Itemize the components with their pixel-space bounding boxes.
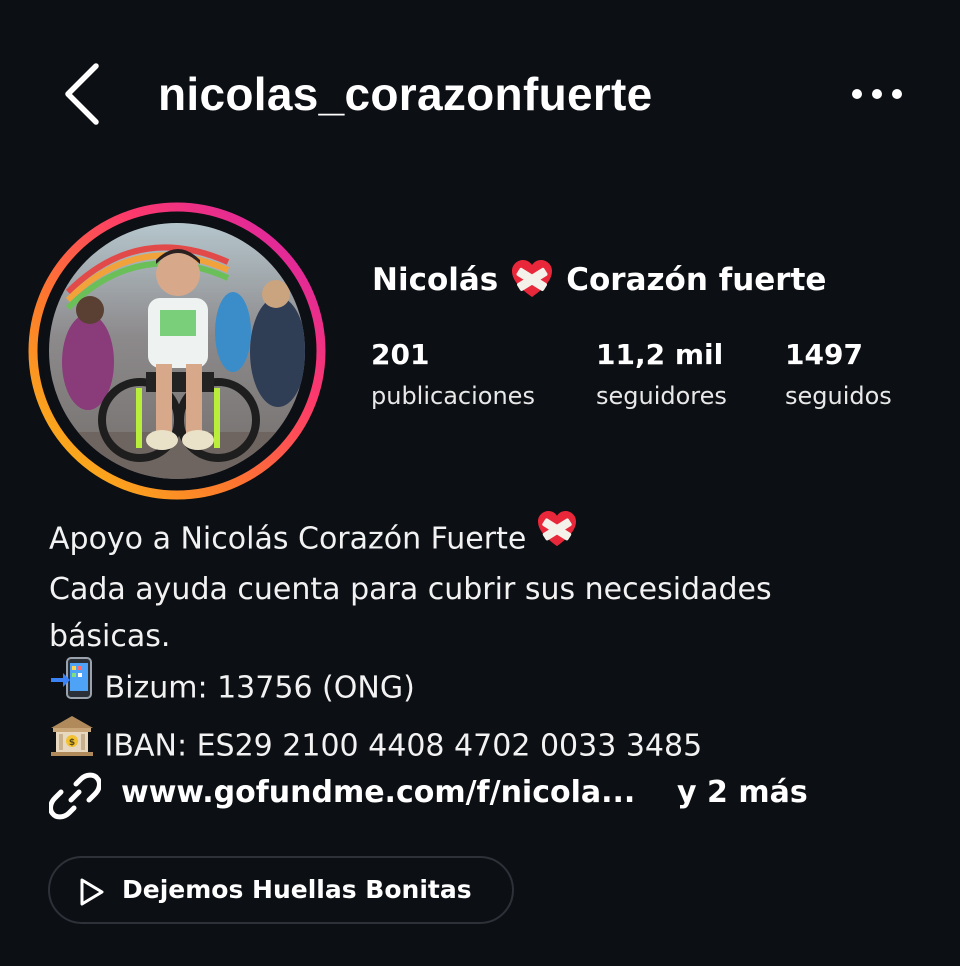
display-name-first: Nicolás xyxy=(372,262,499,298)
profile-avatar[interactable] xyxy=(28,202,326,500)
bio-line-3: básicas. xyxy=(49,619,171,654)
play-icon xyxy=(80,878,104,906)
link-url[interactable]: www.gofundme.com/f/nicola... xyxy=(121,768,635,818)
posts-label: publicaciones xyxy=(371,382,535,410)
svg-text:$: $ xyxy=(69,738,75,748)
followers-label: seguidores xyxy=(596,382,727,410)
reels-button[interactable]: Dejemos Huellas Bonitas xyxy=(48,856,514,924)
bio-line-5-text: IBAN: ES29 2100 4408 4702 0033 3485 xyxy=(104,728,703,764)
mending-heart-emoji xyxy=(536,510,578,562)
mobile-phone-arrow-emoji xyxy=(49,656,95,714)
bio-line-4: Bizum: 13756 (ONG) xyxy=(49,657,929,718)
followers-count: 11,2 mil xyxy=(596,338,724,371)
link-more[interactable]: y 2 más xyxy=(677,768,808,818)
bio-line-2: Cada ayuda cuenta para cubrir sus necesi… xyxy=(49,572,772,607)
stat-followers[interactable]: 11,2 mil seguidores xyxy=(596,336,727,418)
posts-count: 201 xyxy=(371,338,430,371)
bio-line-1: Apoyo a Nicolás Corazón Fuerte xyxy=(49,510,929,566)
bank-emoji: $ xyxy=(49,714,95,772)
profile-username: nicolas_corazonfuerte xyxy=(158,68,653,120)
avatar-image xyxy=(28,202,326,500)
display-name-rest: Corazón fuerte xyxy=(566,262,827,298)
following-label: seguidos xyxy=(785,382,892,410)
stat-following[interactable]: 1497 seguidos xyxy=(785,336,892,418)
stat-posts[interactable]: 201 publicaciones xyxy=(371,336,535,418)
bio-line-1-text: Apoyo a Nicolás Corazón Fuerte xyxy=(49,521,527,557)
top-bar: nicolas_corazonfuerte xyxy=(0,50,960,140)
link-icon xyxy=(49,772,101,820)
profile-display-name: Nicolás Corazón fuerte xyxy=(372,258,826,302)
more-horizontal-icon xyxy=(852,89,902,99)
bio-line-4-text: Bizum: 13756 (ONG) xyxy=(104,670,415,706)
back-button[interactable] xyxy=(58,62,108,126)
profile-bio: Apoyo a Nicolás Corazón Fuerte Cada ayud… xyxy=(49,510,929,776)
more-options-button[interactable] xyxy=(848,80,908,108)
chevron-left-icon xyxy=(65,63,99,125)
reels-button-label: Dejemos Huellas Bonitas xyxy=(122,875,472,904)
following-count: 1497 xyxy=(785,338,863,371)
mending-heart-emoji xyxy=(510,259,554,299)
